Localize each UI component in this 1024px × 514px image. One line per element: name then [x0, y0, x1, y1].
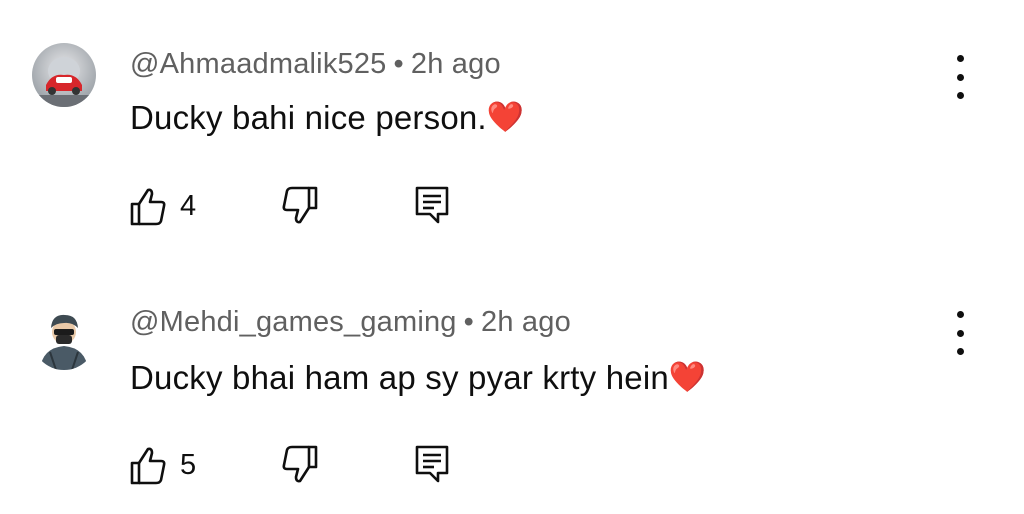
- comment-text: Ducky bhai ham ap sy pyar krty hein❤️: [130, 359, 706, 397]
- reply-button[interactable]: [412, 443, 452, 487]
- thumbs-up-icon: [130, 447, 166, 485]
- like-button[interactable]: [128, 443, 168, 487]
- dislike-button[interactable]: [276, 184, 320, 228]
- like-button[interactable]: [128, 184, 168, 228]
- like-count: 4: [180, 190, 197, 222]
- comment-body: Ducky bhai ham ap sy pyar krty hein: [130, 359, 669, 396]
- comment-item: @Ahmaadmalik525 • 2h ago Ducky bahi nice p…: [0, 0, 1024, 257]
- more-options-button[interactable]: [946, 311, 974, 355]
- comment-header: @Mehdi_games_gaming • 2h ago: [130, 306, 571, 339]
- more-vertical-icon-dot: [956, 329, 964, 337]
- timestamp[interactable]: 2h ago: [411, 48, 501, 80]
- heart-emoji: ❤️: [486, 101, 525, 134]
- comment-reply-icon: [415, 186, 449, 224]
- thumbs-up-icon: [130, 188, 166, 226]
- comment-header: @Ahmaadmalik525 • 2h ago: [130, 48, 501, 81]
- more-vertical-icon: [956, 311, 964, 318]
- thumbs-down-icon: [282, 445, 318, 483]
- comment-text: Ducky bahi nice person.❤️: [130, 99, 524, 137]
- avatar-masked-person-icon: [32, 306, 96, 370]
- timestamp[interactable]: 2h ago: [481, 306, 571, 338]
- reply-button[interactable]: [412, 184, 452, 228]
- separator-dot: •: [393, 48, 404, 80]
- avatar-red-car-icon: [32, 43, 96, 107]
- more-vertical-icon-dot: [956, 73, 964, 81]
- avatar[interactable]: [32, 306, 96, 370]
- comment-item: @Mehdi_games_gaming • 2h ago Ducky bhai ha…: [0, 257, 1024, 514]
- separator-dot: •: [463, 306, 474, 338]
- heart-emoji: ❤️: [668, 361, 707, 394]
- avatar[interactable]: [32, 43, 96, 107]
- more-options-button[interactable]: [946, 55, 974, 99]
- more-vertical-icon-dot: [956, 348, 964, 355]
- more-vertical-icon: [956, 55, 964, 62]
- dislike-button[interactable]: [276, 443, 320, 487]
- author-name[interactable]: @Mehdi_games_gaming: [130, 306, 457, 338]
- like-count: 5: [180, 449, 197, 481]
- more-vertical-icon-dot: [956, 92, 964, 99]
- comment-reply-icon: [415, 445, 449, 483]
- comment-body: Ducky bahi nice person.: [130, 99, 487, 136]
- thumbs-down-icon: [282, 186, 318, 224]
- author-name[interactable]: @Ahmaadmalik525: [130, 48, 387, 80]
